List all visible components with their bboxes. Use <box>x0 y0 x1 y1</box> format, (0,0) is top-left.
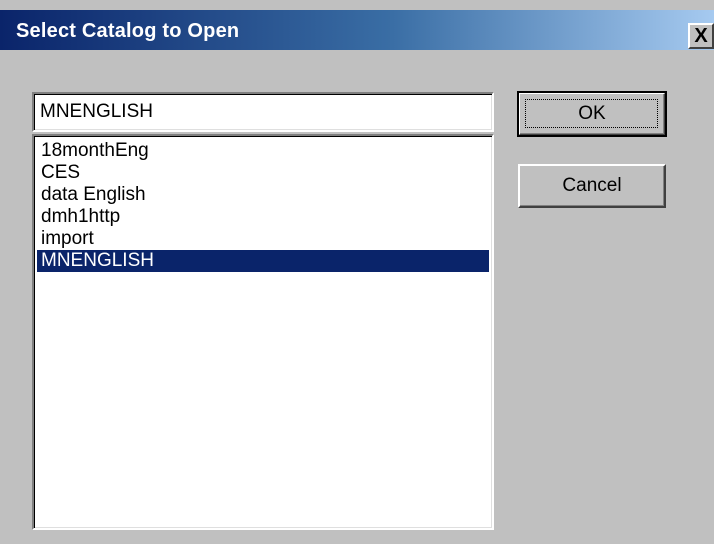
catalog-list[interactable]: 18monthEng CES data English dmh1http imp… <box>32 134 494 530</box>
dialog-title: Select Catalog to Open <box>16 20 240 42</box>
catalog-name-input[interactable]: MNENGLISH <box>32 92 494 132</box>
title-bar[interactable]: Select Catalog to Open X <box>0 10 714 50</box>
list-item[interactable]: CES <box>37 162 489 184</box>
cancel-button[interactable]: Cancel <box>518 164 666 208</box>
list-item[interactable]: data English <box>37 184 489 206</box>
close-button[interactable]: X <box>688 23 714 49</box>
close-icon: X <box>694 25 708 47</box>
list-item[interactable]: dmh1http <box>37 206 489 228</box>
list-item[interactable]: 18monthEng <box>37 140 489 162</box>
ok-button[interactable]: OK <box>517 91 667 137</box>
list-item[interactable]: MNENGLISH <box>37 250 489 272</box>
select-catalog-dialog: Select Catalog to Open X MNENGLISH 18mon… <box>0 0 714 544</box>
ok-button-label: OK <box>578 103 606 124</box>
list-item[interactable]: import <box>37 228 489 250</box>
cancel-button-label: Cancel <box>562 175 622 196</box>
